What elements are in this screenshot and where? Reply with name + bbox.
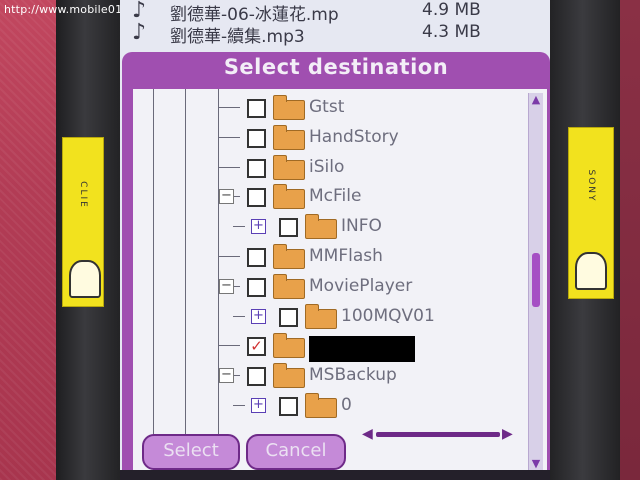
tree-connector xyxy=(233,315,245,317)
tree-row[interactable]: − McFile xyxy=(133,184,525,214)
folder-label: 0 xyxy=(341,395,352,415)
dialog-title: Select destination xyxy=(223,55,449,79)
checkbox-icon[interactable] xyxy=(247,158,266,178)
tree-row[interactable]: − MoviePlayer xyxy=(133,273,525,304)
folder-icon xyxy=(273,273,305,299)
tree-connector xyxy=(218,256,240,257)
folder-label: iSilo xyxy=(309,156,345,177)
horizontal-scrollbar[interactable]: ◀ ▶ xyxy=(362,425,514,443)
checkbox-icon[interactable] xyxy=(247,367,266,387)
folder-label: INFO xyxy=(341,216,382,237)
tree-expander-icon[interactable]: − xyxy=(219,189,234,205)
checkbox-icon[interactable]: ✓ xyxy=(247,337,266,357)
tree-connector xyxy=(218,345,240,347)
folder-icon xyxy=(273,184,305,210)
clie-sticker-text: CLIE xyxy=(78,181,88,209)
tree-row[interactable]: HandStory xyxy=(133,124,525,155)
checkbox-icon[interactable] xyxy=(279,397,298,416)
sony-sticker: SONY xyxy=(568,127,614,299)
sony-sticker-text: SONY xyxy=(586,169,596,203)
folder-label: McFile xyxy=(309,186,362,207)
checkbox-icon[interactable] xyxy=(247,128,266,148)
select-button[interactable]: Select xyxy=(142,434,240,470)
background-file-row[interactable]: ♪ 劉德華-續集.mp3 4.3 MB xyxy=(120,20,550,47)
tree-expander-icon[interactable]: + xyxy=(251,308,266,324)
folder-tree-panel: Gtst HandStory iSilo − McFile + INFO MMFlash − Mo… xyxy=(133,89,547,477)
redacted-label xyxy=(309,336,415,363)
checkbox-icon[interactable] xyxy=(279,218,298,238)
file-size: 4.3 MB xyxy=(422,22,481,42)
tree-row[interactable]: + INFO xyxy=(133,214,525,244)
folder-label: MSBackup xyxy=(309,365,397,386)
folder-label: MMFlash xyxy=(309,246,383,266)
select-destination-dialog: Select destination Gtst HandStory iSilo − Mc… xyxy=(122,52,550,480)
tree-expander-icon[interactable]: − xyxy=(219,368,234,384)
screen-bezel-bottom xyxy=(120,470,550,480)
vertical-scrollbar[interactable]: ▲ ▼ xyxy=(528,93,543,471)
horizontal-scrollbar-thumb[interactable] xyxy=(376,432,500,437)
folder-label: Gtst xyxy=(309,97,345,117)
fabric-background xyxy=(0,0,62,480)
fabric-background-right xyxy=(620,0,640,480)
folder-label: MoviePlayer xyxy=(309,275,413,296)
folder-icon xyxy=(305,214,337,240)
folder-icon xyxy=(273,244,305,269)
arrow-left-icon[interactable]: ◀ xyxy=(362,425,373,443)
music-note-icon: ♪ xyxy=(132,20,147,45)
tree-expander-icon[interactable]: − xyxy=(219,278,234,294)
tree-connector xyxy=(218,136,240,138)
dog-doodle-icon xyxy=(69,260,101,298)
checkbox-icon[interactable] xyxy=(279,307,298,327)
checkbox-icon[interactable] xyxy=(247,277,266,297)
folder-label: HandStory xyxy=(309,126,399,147)
tree-connector xyxy=(218,107,240,108)
folder-label: 100MQV01 xyxy=(341,305,435,326)
folder-icon xyxy=(273,95,305,120)
folder-icon xyxy=(273,363,305,389)
tree-row[interactable]: +0 xyxy=(133,393,525,423)
background-file-row[interactable]: ♪ 劉德華-06-冰蓮花.mp 4.9 MB xyxy=(120,0,550,25)
dog-doodle-icon xyxy=(575,252,607,290)
tree-connector xyxy=(218,166,240,168)
checkbox-icon[interactable] xyxy=(247,188,266,208)
tree-connector xyxy=(233,226,245,228)
folder-icon xyxy=(273,124,305,150)
file-name: 劉德華-續集.mp3 xyxy=(170,27,305,47)
tree-row[interactable]: − MSBackup xyxy=(133,363,525,393)
tree-row[interactable]: MMFlash xyxy=(133,244,525,274)
folder-icon xyxy=(273,154,305,180)
tree-connector xyxy=(233,405,245,406)
tree-row[interactable]: ✓ xyxy=(133,333,525,363)
checkbox-icon[interactable] xyxy=(247,99,266,118)
folder-icon xyxy=(305,393,337,418)
tree-row[interactable]: Gtst xyxy=(133,95,525,125)
folder-icon xyxy=(273,333,305,359)
arrow-down-icon[interactable]: ▼ xyxy=(529,457,543,471)
tree-row[interactable]: +100MQV01 xyxy=(133,303,525,334)
arrow-right-icon[interactable]: ▶ xyxy=(502,425,513,443)
folder-icon xyxy=(305,303,337,329)
tree-expander-icon[interactable]: + xyxy=(251,398,266,413)
clie-sticker: CLIE xyxy=(62,137,104,307)
cancel-button[interactable]: Cancel xyxy=(246,434,346,470)
arrow-up-icon[interactable]: ▲ xyxy=(529,93,543,107)
tree-expander-icon[interactable]: + xyxy=(251,219,266,235)
tree-row[interactable]: iSilo xyxy=(133,154,525,185)
device-screen: ♪ 劉德華-06-冰蓮花.mp 4.9 MB ♪ 劉德華-續集.mp3 4.3 … xyxy=(120,0,550,480)
file-size: 4.9 MB xyxy=(422,0,481,20)
checkbox-icon[interactable] xyxy=(247,248,266,267)
folder-tree: Gtst HandStory iSilo − McFile + INFO MMFlash − Mo… xyxy=(133,89,525,477)
scrollbar-thumb[interactable] xyxy=(532,253,540,307)
